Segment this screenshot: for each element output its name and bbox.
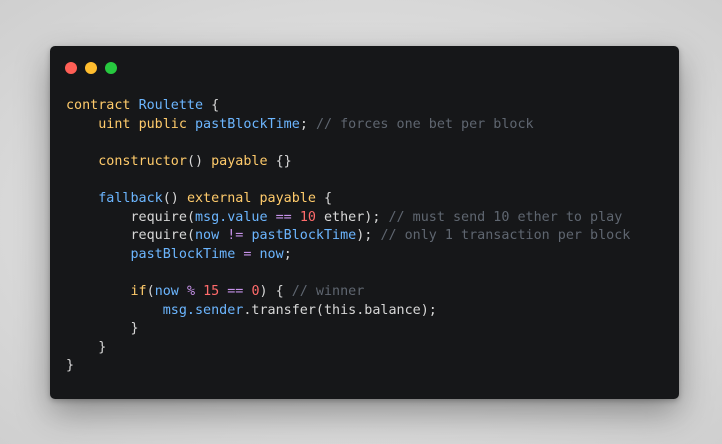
code-token: () xyxy=(162,190,187,206)
code-token: ether); xyxy=(315,209,389,225)
code-line: uint public pastBlockTime; // forces one… xyxy=(66,116,630,135)
code-token: 15 xyxy=(203,283,220,299)
code-token: msg.value xyxy=(195,209,268,225)
code-token: } xyxy=(66,339,107,355)
code-window: contract Roulette { uint public pastBloc… xyxy=(50,46,679,399)
code-line: msg.sender.transfer(this.balance); xyxy=(66,302,630,321)
code-token: payable xyxy=(259,190,316,206)
code-token: .transfer(this.balance); xyxy=(243,302,437,318)
code-token: require xyxy=(130,209,187,225)
code-token: } xyxy=(66,358,75,374)
code-token: // only 1 transaction per block xyxy=(380,228,631,244)
code-line: } xyxy=(66,357,630,376)
code-token: uint xyxy=(98,116,131,132)
code-token: msg.sender xyxy=(162,302,244,318)
code-token: == xyxy=(275,209,292,225)
code-token: ( xyxy=(186,209,195,225)
code-block: contract Roulette { uint public pastBloc… xyxy=(66,97,630,376)
code-token: constructor xyxy=(98,153,187,169)
code-token: // winner xyxy=(291,283,365,299)
code-line: fallback() external payable { xyxy=(66,190,630,209)
code-token: contract xyxy=(66,98,131,113)
code-token: pastBlockTime xyxy=(195,116,300,132)
zoom-dot-icon[interactable] xyxy=(105,62,117,74)
code-token: // forces one bet per block xyxy=(315,116,534,132)
code-token: ( xyxy=(186,228,195,244)
code-line: if(now % 15 == 0) { // winner xyxy=(66,283,630,302)
code-token: 10 xyxy=(299,209,316,225)
code-token: } xyxy=(66,321,139,337)
code-line: require(now != pastBlockTime); // only 1… xyxy=(66,227,631,246)
code-token: public xyxy=(138,116,187,132)
code-token: external xyxy=(186,190,252,206)
code-line: constructor() payable {} xyxy=(66,153,630,172)
code-token: ) { xyxy=(259,283,292,299)
code-token: require xyxy=(130,228,187,244)
code-token: != xyxy=(227,228,244,244)
code-token: ( xyxy=(146,283,155,299)
code-token: // must send 10 ether to play xyxy=(388,209,623,225)
code-line: } xyxy=(66,320,630,339)
code-token: == xyxy=(227,283,244,299)
minimize-dot-icon[interactable] xyxy=(85,62,97,74)
code-token: pastBlockTime xyxy=(130,246,236,262)
code-line: contract Roulette { xyxy=(66,97,630,116)
code-token: ); xyxy=(356,228,381,244)
code-token: if xyxy=(130,283,147,299)
code-token: () xyxy=(186,153,212,169)
code-token: fallback xyxy=(98,190,163,206)
code-token: payable xyxy=(211,153,268,169)
code-line: require(msg.value == 10 ether); // must … xyxy=(66,209,630,228)
code-token: Roulette xyxy=(138,98,204,113)
code-token: now xyxy=(154,283,179,299)
close-dot-icon[interactable] xyxy=(65,62,77,74)
code-token: % xyxy=(186,283,195,299)
code-line: } xyxy=(66,339,630,358)
code-token: { xyxy=(315,190,333,206)
code-token: 0 xyxy=(251,283,260,299)
code-token: { xyxy=(203,98,220,113)
code-token: ; xyxy=(299,116,316,132)
code-token: now xyxy=(195,228,220,244)
code-line: pastBlockTime = now; xyxy=(66,246,630,265)
code-token: pastBlockTime xyxy=(251,228,357,244)
code-token: ; xyxy=(283,246,292,262)
code-token: {} xyxy=(267,153,292,169)
code-token: now xyxy=(259,246,284,262)
